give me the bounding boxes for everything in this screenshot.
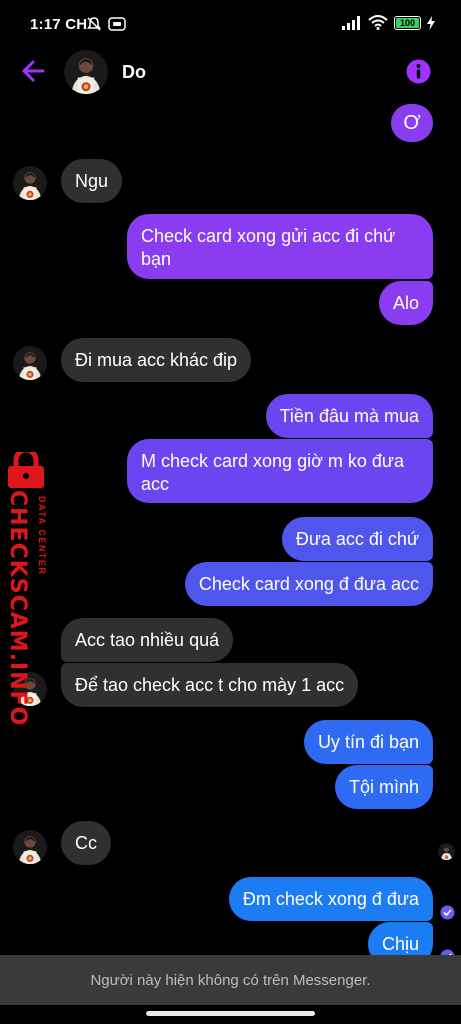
- app-badge-icon: [108, 17, 126, 31]
- message-bubble-incoming[interactable]: Để tao check acc t cho mày 1 acc: [61, 663, 359, 707]
- status-bar: 1:17 CH 100: [0, 0, 461, 50]
- message-bubble-outgoing[interactable]: Tội mình: [334, 765, 433, 809]
- message-bubble-outgoing[interactable]: Đưa acc đi chứ: [281, 517, 433, 561]
- message-bubble-incoming[interactable]: Acc tao nhiều quá: [61, 618, 234, 662]
- signal-icon: [342, 15, 360, 30]
- message-bubble-outgoing[interactable]: Uy tín đi bạn: [303, 720, 433, 764]
- info-icon[interactable]: [406, 59, 431, 84]
- message-bubble-outgoing[interactable]: Alo: [378, 281, 433, 325]
- battery-indicator: 100: [394, 15, 421, 30]
- arrow-left-icon[interactable]: [20, 58, 46, 84]
- contact-avatar[interactable]: [64, 50, 108, 94]
- chat-header: Do: [0, 50, 461, 96]
- message-bubble-outgoing[interactable]: Đm check xong đ đưa: [228, 877, 433, 921]
- contact-avatar-small: [13, 346, 47, 380]
- message-bubble-outgoing[interactable]: Check card xong đ đưa acc: [184, 562, 433, 606]
- contact-avatar-small: [13, 166, 47, 200]
- message-bubble-incoming[interactable]: Cc: [61, 821, 111, 865]
- bolt-icon: [427, 15, 435, 30]
- status-notification-icons: [86, 16, 126, 32]
- bell-off-icon: [87, 17, 101, 31]
- unavailable-notice: Người này hiện không có trên Messenger.: [0, 955, 461, 1005]
- watermark-text: CHECKSCAM.INFO: [5, 490, 30, 727]
- home-indicator[interactable]: [146, 1011, 315, 1016]
- wifi-icon: [368, 15, 388, 30]
- message-bubble-incoming[interactable]: Đi mua acc khác đip: [61, 338, 252, 382]
- status-time: 1:17 CH: [30, 16, 88, 33]
- message-bubble-outgoing[interactable]: Ơ: [391, 104, 433, 142]
- message-bubble-outgoing[interactable]: M check card xong giờ m ko đưa acc: [127, 439, 433, 503]
- message-bubble-incoming[interactable]: Ngu: [61, 159, 123, 203]
- lock-icon: [8, 452, 44, 488]
- battery-level: 100: [399, 17, 416, 28]
- contact-name[interactable]: Do: [122, 62, 146, 83]
- contact-avatar-small: [13, 830, 47, 864]
- seen-avatar: [438, 843, 455, 860]
- watermark-subtext: DATA CENTER: [37, 496, 47, 576]
- message-bubble-outgoing[interactable]: Tiền đâu mà mua: [265, 394, 433, 438]
- delivered-check-icon: [440, 905, 455, 920]
- message-bubble-outgoing[interactable]: Check card xong gửi acc đi chứ bạn: [127, 214, 433, 279]
- status-system-icons: 100: [342, 15, 435, 30]
- watermark: CHECKSCAM.INFO DATA CENTER: [0, 452, 52, 726]
